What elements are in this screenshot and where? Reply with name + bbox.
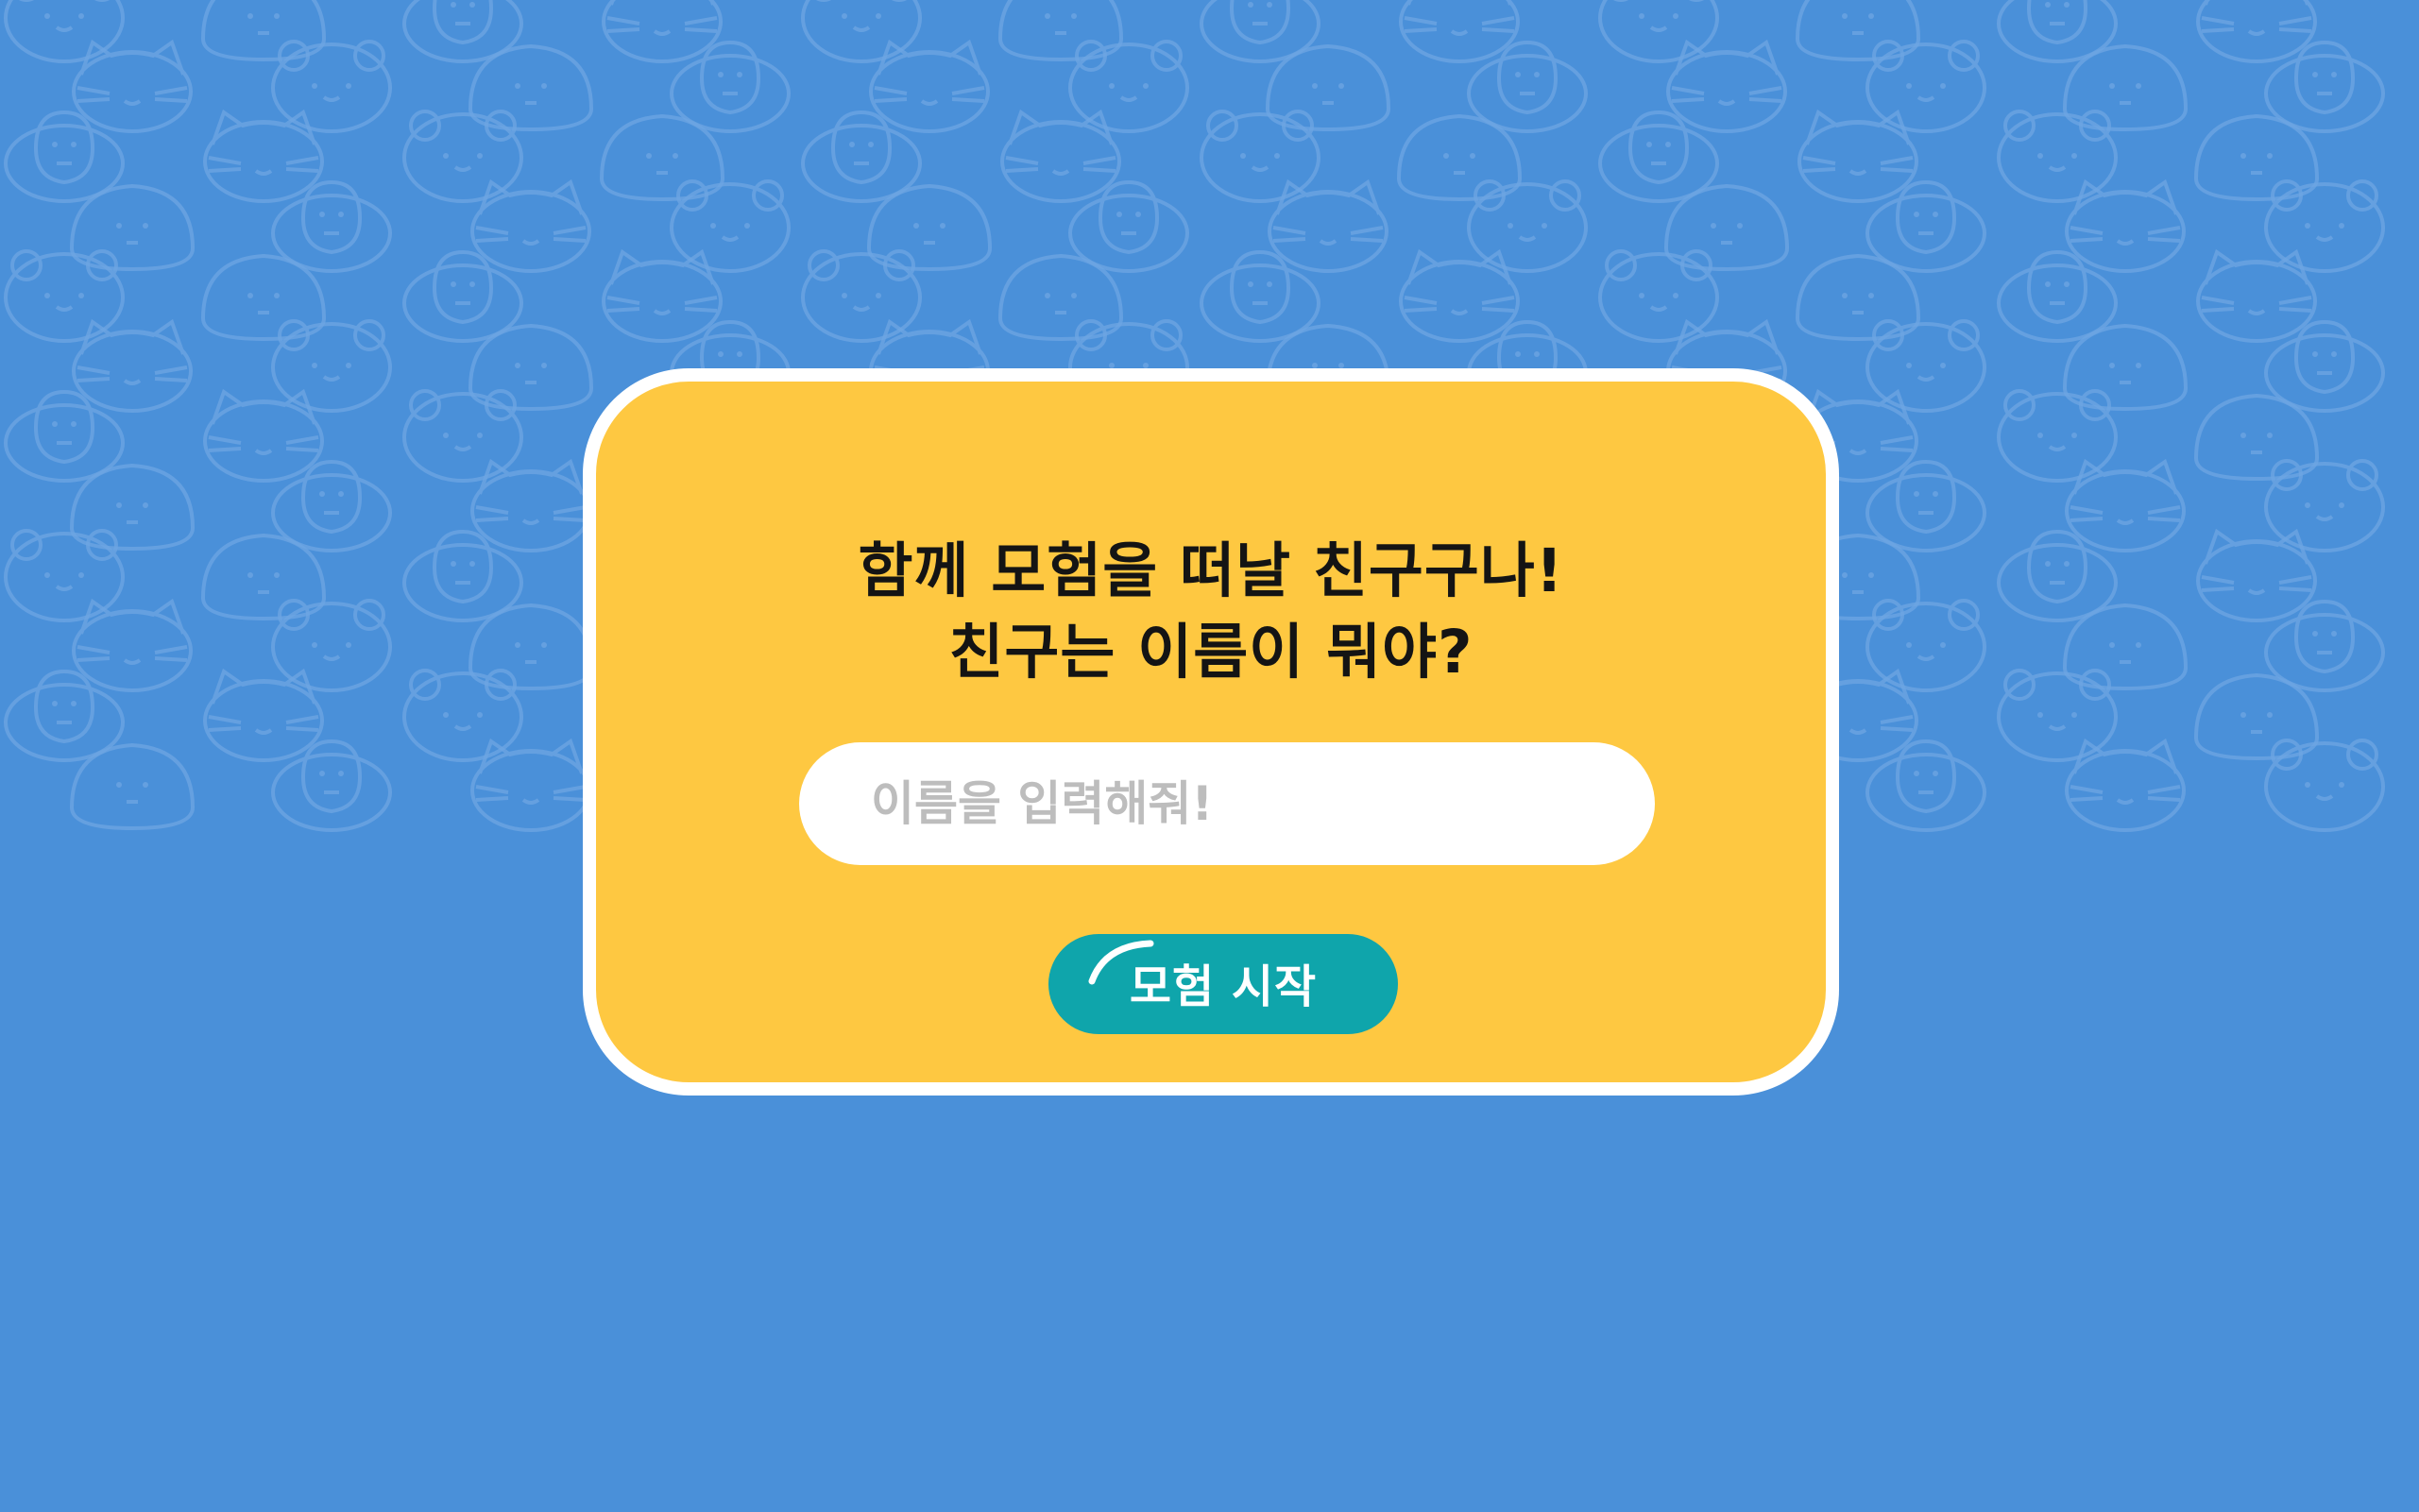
bear-face-icon [2264,179,2385,273]
cat-face-icon [1399,0,1520,63]
bear-face-icon [2264,739,2385,832]
cat-face-icon [2196,0,2317,63]
dialog-title-line-1: 함께 모험을 떠날 친구구나! [858,536,1564,605]
bear-face-icon [271,599,392,692]
name-dialog: 함께 모험을 떠날 친구구나! 친구는 이름이 뭐야? 모험 시작 [583,368,1839,1096]
bear-face-icon [1997,389,2118,483]
bear-face-icon [1068,40,1189,133]
bear-face-icon [1865,319,1986,413]
bear-face-icon [4,249,125,343]
bear-face-icon [271,40,392,133]
bear-face-icon [271,319,392,413]
bear-face-icon [801,249,922,343]
name-input[interactable] [799,742,1655,865]
bear-face-icon [402,110,523,203]
bear-face-icon [1200,110,1320,203]
round-face-icon [69,742,196,831]
bear-face-icon [670,179,791,273]
bear-face-icon [402,669,523,762]
bear-face-icon [402,389,523,483]
dialog-title-line-2: 친구는 이름이 뭐야? [948,618,1474,687]
bear-face-icon [4,529,125,622]
bear-face-icon [1997,669,2118,762]
dialog-title: 함께 모험을 떠날 친구구나! 친구는 이름이 뭐야? [596,531,1826,693]
start-adventure-label: 모험 시작 [1129,960,1318,1013]
bear-face-icon [1865,599,1986,692]
bear-face-icon [1467,179,1588,273]
bear-face-icon [1865,40,1986,133]
bear-face-icon [1598,249,1719,343]
bear-face-icon [2264,459,2385,552]
start-adventure-button[interactable]: 모험 시작 [1048,934,1398,1034]
cat-face-icon [602,0,723,63]
bear-face-icon [1997,110,2118,203]
